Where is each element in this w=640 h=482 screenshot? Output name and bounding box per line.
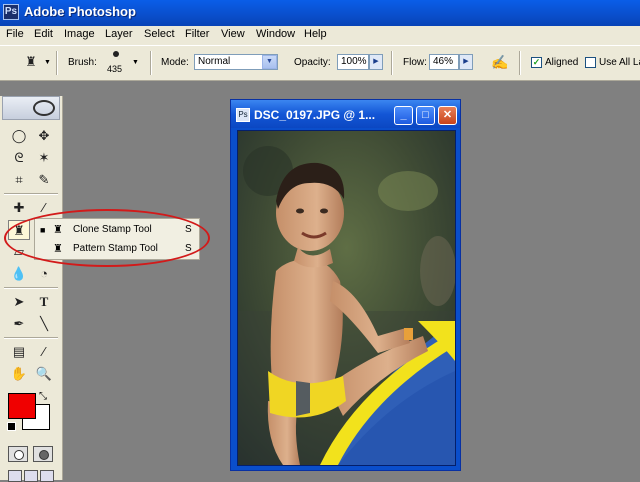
path-selection-icon[interactable]: ➤ bbox=[8, 292, 30, 312]
flow-label: Flow: bbox=[403, 57, 427, 68]
photoshop-app-icon[interactable]: Ps bbox=[3, 4, 19, 20]
blur-tool-icon[interactable]: 💧 bbox=[8, 264, 30, 284]
aligned-checkbox[interactable]: ✓ bbox=[531, 57, 542, 68]
flyout-item-clone-stamp[interactable]: ■ ♜ Clone Stamp Tool S bbox=[35, 221, 199, 239]
tool-options-bar: ♜ ▼ Brush: 435 ▼ Mode: Normal ▼ Opacity:… bbox=[0, 46, 640, 81]
full-screen-menu-mode-icon[interactable] bbox=[24, 470, 38, 482]
options-separator bbox=[391, 51, 393, 75]
menu-edit[interactable]: Edit bbox=[34, 28, 53, 40]
maximize-button[interactable]: □ bbox=[416, 106, 435, 125]
document-canvas-photo[interactable] bbox=[237, 130, 456, 466]
document-icon[interactable]: Ps bbox=[236, 108, 250, 122]
flow-slider-arrow-icon[interactable]: ▶ bbox=[459, 54, 473, 70]
rectangular-marquee-icon[interactable]: ◯ bbox=[8, 126, 30, 146]
minimize-button[interactable]: _ bbox=[394, 106, 413, 125]
app-title-bar: Ps Adobe Photoshop bbox=[0, 0, 640, 26]
brush-label: Brush: bbox=[68, 57, 97, 68]
pen-tool-icon[interactable]: ✒ bbox=[8, 314, 30, 334]
document-title: DSC_0197.JPG @ 1... bbox=[254, 108, 376, 122]
stamp-tool-flyout-menu: ■ ♜ Clone Stamp Tool S ♜ Pattern Stamp T… bbox=[34, 218, 200, 260]
toolbox-separator bbox=[4, 193, 58, 195]
opacity-slider-arrow-icon[interactable]: ▶ bbox=[369, 54, 383, 70]
document-window[interactable]: Ps DSC_0197.JPG @ 1... _ □ ✕ bbox=[230, 99, 461, 471]
preset-dropdown-arrow-icon[interactable]: ▼ bbox=[44, 59, 51, 66]
slice-tool-icon[interactable]: ✎ bbox=[33, 170, 55, 190]
opacity-label: Opacity: bbox=[294, 57, 331, 68]
app-title: Adobe Photoshop bbox=[24, 4, 136, 19]
flyout-item-pattern-stamp[interactable]: ♜ Pattern Stamp Tool S bbox=[35, 240, 199, 258]
use-all-layers-label: Use All Layers bbox=[599, 57, 640, 68]
menu-help[interactable]: Help bbox=[304, 28, 327, 40]
document-title-bar[interactable]: Ps DSC_0197.JPG @ 1... _ □ ✕ bbox=[231, 100, 460, 128]
brush-picker-arrow-icon[interactable]: ▼ bbox=[132, 59, 139, 66]
quick-mask-mode-icon[interactable] bbox=[33, 446, 53, 462]
toolbox-header[interactable] bbox=[2, 96, 60, 120]
hand-tool-icon[interactable]: ✋ bbox=[8, 364, 30, 384]
foreground-color-swatch[interactable] bbox=[8, 393, 36, 419]
options-separator bbox=[150, 51, 152, 75]
crop-tool-icon[interactable]: ⌗ bbox=[8, 170, 30, 190]
eraser-tool-icon[interactable]: ▱ bbox=[8, 242, 30, 262]
photo-boy-on-inflatable bbox=[238, 131, 455, 465]
brush-size-value: 435 bbox=[107, 64, 123, 74]
lasso-tool-icon[interactable]: ᘓ bbox=[8, 148, 30, 168]
dodge-tool-icon[interactable]: ◔ bbox=[33, 264, 55, 284]
options-separator bbox=[519, 51, 521, 75]
menu-bar: File Edit Image Layer Select Filter View… bbox=[0, 26, 640, 46]
magic-wand-icon[interactable]: ✶ bbox=[33, 148, 55, 168]
clone-stamp-tool-icon[interactable]: ♜ bbox=[8, 220, 30, 240]
flyout-item-label: Pattern Stamp Tool bbox=[73, 243, 158, 254]
toolbox-panel: ◯ ✥ ᘓ ✶ ⌗ ✎ ✚ ⁄ ♜ ▱ 💧 ◔ ➤ T ✒ ╲ ▤ ⁄ ✋ 🔍 … bbox=[0, 96, 63, 482]
default-colors-icon[interactable] bbox=[7, 422, 16, 431]
zoom-tool-icon[interactable]: 🔍 bbox=[33, 364, 55, 384]
flyout-item-shortcut: S bbox=[185, 243, 192, 254]
mode-select-value: Normal bbox=[198, 56, 231, 67]
menu-filter[interactable]: Filter bbox=[185, 28, 209, 40]
menu-image[interactable]: Image bbox=[64, 28, 95, 40]
brush-tip-preview-icon[interactable] bbox=[113, 51, 119, 57]
brush-tool-icon[interactable]: ⁄ bbox=[33, 198, 55, 218]
active-tool-bullet-icon: ■ bbox=[40, 225, 46, 235]
menu-view[interactable]: View bbox=[221, 28, 245, 40]
aligned-label: Aligned bbox=[545, 57, 579, 68]
mode-label: Mode: bbox=[161, 57, 189, 68]
mode-dropdown-arrow-icon[interactable]: ▼ bbox=[262, 55, 277, 69]
flyout-item-label: Clone Stamp Tool bbox=[73, 224, 152, 235]
flow-input[interactable]: 46% bbox=[429, 54, 459, 70]
move-tool-icon[interactable]: ✥ bbox=[33, 126, 55, 146]
opacity-input-value: 100% bbox=[341, 56, 367, 67]
swap-colors-icon[interactable]: ⤡ bbox=[39, 391, 47, 402]
use-all-layers-checkbox[interactable] bbox=[585, 57, 596, 68]
adobe-eye-logo-icon bbox=[33, 100, 55, 116]
airbrush-toggle-icon[interactable]: ✍ bbox=[489, 52, 511, 72]
close-button[interactable]: ✕ bbox=[438, 106, 457, 125]
screen-mode-icon[interactable] bbox=[8, 470, 22, 482]
flow-input-value: 46% bbox=[433, 56, 454, 67]
flyout-item-shortcut: S bbox=[185, 224, 192, 235]
full-screen-mode-icon[interactable] bbox=[40, 470, 54, 482]
clone-stamp-preset-icon[interactable]: ♜ bbox=[20, 52, 42, 72]
options-separator bbox=[56, 51, 58, 75]
healing-brush-icon[interactable]: ✚ bbox=[8, 198, 30, 218]
eyedropper-icon[interactable]: ⁄ bbox=[33, 342, 55, 362]
pattern-stamp-icon: ♜ bbox=[53, 243, 63, 255]
clone-stamp-icon: ♜ bbox=[53, 224, 63, 236]
toolbox-separator bbox=[4, 287, 58, 289]
toolbox-separator bbox=[4, 337, 58, 339]
menu-file[interactable]: File bbox=[6, 28, 24, 40]
menu-layer[interactable]: Layer bbox=[105, 28, 133, 40]
menu-select[interactable]: Select bbox=[144, 28, 175, 40]
opacity-input[interactable]: 100% bbox=[337, 54, 369, 70]
menu-window[interactable]: Window bbox=[256, 28, 295, 40]
standard-mode-icon[interactable] bbox=[8, 446, 28, 462]
type-tool-icon[interactable]: T bbox=[33, 292, 55, 312]
notes-tool-icon[interactable]: ▤ bbox=[8, 342, 30, 362]
line-tool-icon[interactable]: ╲ bbox=[33, 314, 55, 334]
